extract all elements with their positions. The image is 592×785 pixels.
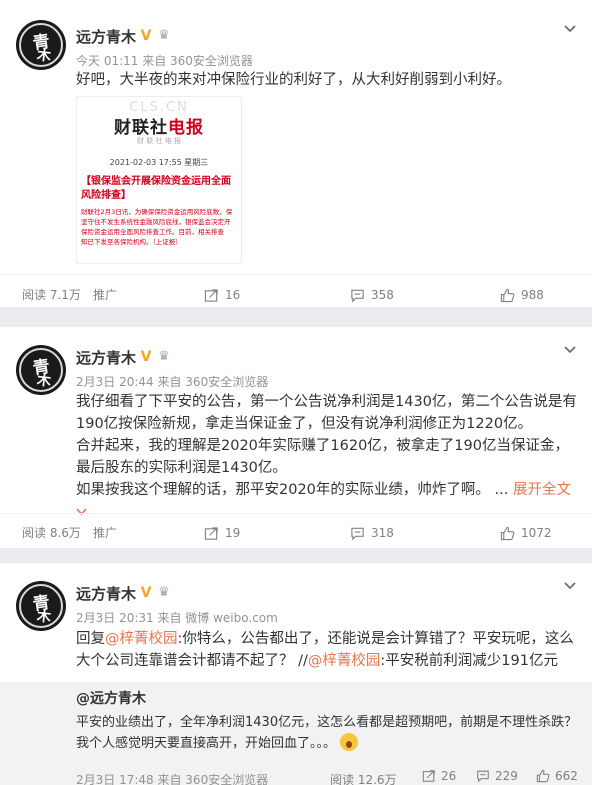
post-text: 好吧，大半夜的来对冲保险行业的利好了，从大利好削弱到小利好。: [76, 72, 511, 88]
post-text: 回复@梓菁校园:你特么，公告都出了，还能说是会计算错了？平安玩呢，这么大个公司连…: [76, 631, 574, 669]
promote-button[interactable]: 推广: [93, 275, 117, 315]
post-paragraph: 合并起来，我的理解是2020年实际赚了1620亿，被拿走了190亿当保证金，最后…: [76, 438, 569, 476]
verified-v-icon: V: [140, 28, 152, 44]
news-headline: 【银保监会开展保险资金运用全面风险排查】: [81, 176, 231, 201]
repost-text: 平安的业绩出了，全年净利润1430亿元，这怎么看都是超预期吧，前期是不理性杀跌？…: [76, 715, 578, 751]
post-card-3: 青木 远方青木 V ♛ 2月3日 20:31 来自 微博 weibo.com 回…: [0, 563, 592, 785]
post-text: 我仔细看了下平安的公告，第一个公告说净利润是1430亿，第二个公告说是有190亿…: [76, 391, 580, 523]
avatar[interactable]: 青木: [16, 581, 66, 631]
chevron-down-icon[interactable]: [562, 577, 578, 593]
post-meta: 2月3日 20:44 来自 360安全浏览器: [76, 375, 269, 389]
repost-icon: [204, 288, 218, 302]
repost-button[interactable]: 26: [422, 769, 456, 783]
repost-icon: [422, 770, 435, 782]
post-meta: 今天 01:11 来自 360安全浏览器: [76, 54, 253, 68]
like-icon: [536, 769, 550, 783]
crown-icon: ♛: [158, 28, 170, 43]
mention-link[interactable]: @梓菁校园: [105, 631, 178, 647]
comment-button[interactable]: 358: [350, 275, 394, 315]
comment-button[interactable]: 229: [476, 769, 518, 783]
chevron-down-icon[interactable]: [562, 341, 578, 357]
crown-icon: ♛: [158, 349, 170, 364]
like-button[interactable]: 662: [536, 769, 578, 783]
repost-button[interactable]: 19: [204, 513, 240, 553]
author-name[interactable]: 远方青木: [76, 26, 136, 47]
post-meta: 2月3日 20:31 来自 微博 weibo.com: [76, 611, 278, 625]
reposted-post[interactable]: @远方青木 平安的业绩出了，全年净利润1430亿元，这怎么看都是超预期吧，前期是…: [0, 682, 592, 785]
action-bar: 阅读 8.6万 推广 19 318 1072: [0, 513, 592, 553]
avatar[interactable]: 青木: [16, 345, 66, 395]
action-bar: 阅读 7.1万 推广 16 358 988: [0, 275, 592, 315]
post-card-1: 青木 远方青木 V ♛ 今天 01:11 来自 360安全浏览器 好吧，大半夜的…: [0, 0, 592, 307]
emoji-icon: [340, 733, 359, 751]
news-date: 2021-02-03 17:55 星期三: [109, 158, 209, 167]
repost-meta: 2月3日 17:48 来自 360安全浏览器: [76, 773, 269, 785]
like-icon: [500, 526, 515, 540]
promote-button[interactable]: 推广: [93, 513, 117, 553]
repost-button[interactable]: 16: [204, 275, 240, 315]
mention-link[interactable]: @梓菁校园: [308, 653, 381, 669]
author-name[interactable]: 远方青木: [76, 583, 136, 604]
read-count: 阅读 8.6万: [22, 526, 81, 540]
repost-icon: [204, 526, 218, 540]
like-button[interactable]: 1072: [500, 513, 552, 553]
comment-button[interactable]: 318: [350, 513, 394, 553]
news-logo: 财联社电报: [114, 118, 204, 138]
comment-icon: [477, 770, 489, 783]
comment-icon: [351, 527, 364, 540]
verified-v-icon: V: [140, 585, 152, 601]
like-icon: [500, 288, 515, 302]
read-count: 阅读 12.6万: [330, 773, 397, 785]
news-body: 财联社2月3日讯，为确保保险资金运用风险底数，保 坚守住不发生系统性金融风险底线…: [81, 208, 233, 246]
author-name[interactable]: 远方青木: [76, 347, 136, 368]
verified-v-icon: V: [140, 349, 152, 365]
avatar[interactable]: 青木: [16, 20, 66, 70]
post-paragraph: 我仔细看了下平安的公告，第一个公告说净利润是1430亿，第二个公告说是有190亿…: [76, 394, 577, 432]
repost-author[interactable]: @远方青木: [76, 688, 146, 708]
read-count: 阅读 7.1万: [22, 288, 81, 302]
like-button[interactable]: 988: [500, 275, 544, 315]
crown-icon: ♛: [158, 585, 170, 600]
chevron-down-icon[interactable]: [562, 20, 578, 36]
comment-icon: [351, 289, 364, 302]
news-image[interactable]: CLS.CN 财联社电报 财 联 社 电 报 2021-02-03 17:55 …: [76, 96, 242, 264]
post-card-2: 青木 远方青木 V ♛ 2月3日 20:44 来自 360安全浏览器 我仔细看了…: [0, 327, 592, 548]
